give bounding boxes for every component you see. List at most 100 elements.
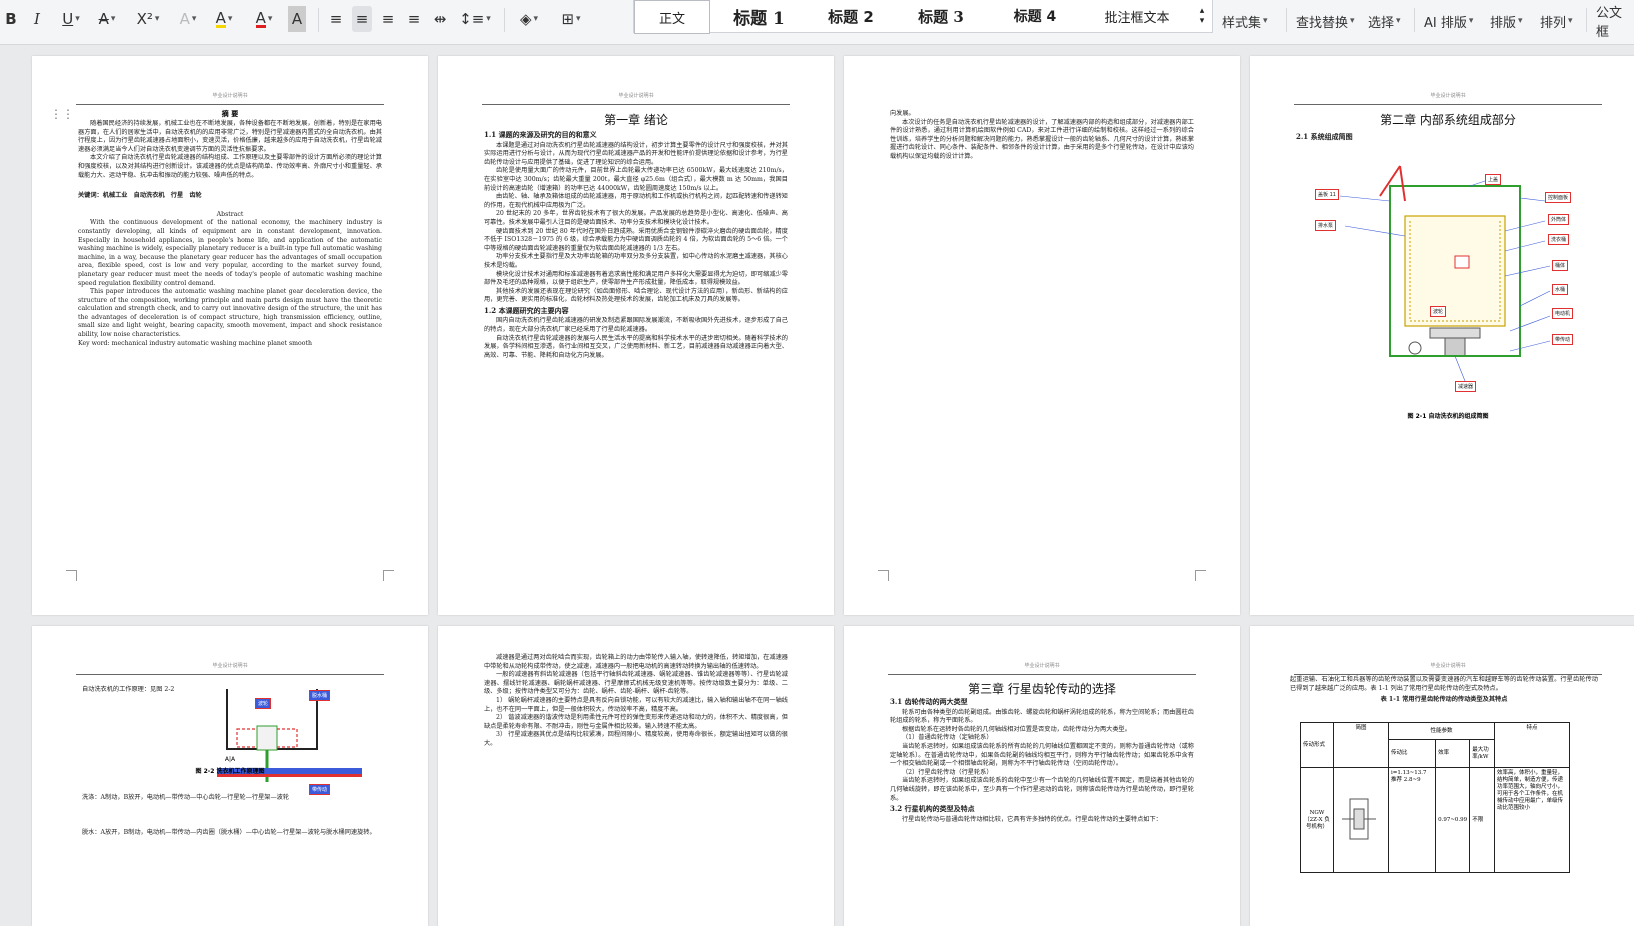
document-page-4[interactable]: 毕业设计说明书 第二章 内部系统组成部分 2.1 系统组成简图 盖板 11 上盖… <box>1250 56 1634 615</box>
label-cover-plate: 盖板 11 <box>1315 189 1339 200</box>
principle-svg <box>217 689 362 782</box>
page-header: 毕业设计说明书 <box>76 663 384 675</box>
document-page-3[interactable]: 向发展。 本次设计的任务是自动洗衣机行星齿轮减速器的设计，了解减速器内部的构造和… <box>844 56 1240 615</box>
page-header: 毕业设计说明书 <box>76 93 384 105</box>
section-heading: 1.1 课题的来源及研究的目的和意义 <box>484 130 597 139</box>
page-body: 起重运输、石油化工和兵器等的齿轮传动装置以及需要变速器的汽车和越野车等的齿轮传动… <box>1290 676 1598 705</box>
header-cell: 简图 <box>1333 722 1389 768</box>
page-header: 毕业设计说明书 <box>1294 663 1602 675</box>
select-label: 选择 <box>1368 15 1395 31</box>
layout-label: 排版 <box>1490 15 1517 31</box>
chapter-title: 第一章 绪论 <box>604 113 668 127</box>
style-heading-3[interactable]: 标题 3 <box>896 0 986 32</box>
highlight-label: A <box>215 8 226 28</box>
paragraph: 其他技术的发展还表现在理论研究（如齿面修形、啮合理论、现代设计方法的应用），新齿… <box>484 287 788 304</box>
chevron-down-icon: ▾ <box>576 14 581 24</box>
italic-button[interactable]: I <box>28 6 46 32</box>
label-pulsator: 波轮 <box>1430 306 1447 317</box>
style-heading-1[interactable]: 标题 1 <box>714 0 804 32</box>
header-text: 毕业设计说明书 <box>1430 93 1466 99</box>
table-header-row: 传动形式 简图 性能参数 特点 <box>1300 721 1570 768</box>
paragraph: 本次设计的任务是自动洗衣机行星齿轮减速器的设计，了解减速器内部的构造和组成部分，… <box>890 118 1194 160</box>
strikethrough-button[interactable]: A ▾ <box>92 6 122 32</box>
borders-button[interactable]: ⊞ ▾ <box>554 6 588 32</box>
paragraph: 硬齿面技术到 20 世纪 80 年代时在国外日趋成熟。采用优质合金钢锻件渗碳淬火… <box>484 227 788 252</box>
document-page-8[interactable]: 毕业设计说明书 起重运输、石油化工和兵器等的齿轮传动装置以及需要变速器的汽车和越… <box>1250 626 1634 926</box>
align-left-icon[interactable]: ≡ <box>326 6 346 32</box>
section-mark: A|A <box>224 756 236 763</box>
drag-handle-icon[interactable]: ⋮⋮ <box>50 107 74 121</box>
divider <box>1286 8 1287 32</box>
text-effect-label: A <box>179 10 190 28</box>
table-cell: i=1.13~13.7 推荐 2.8~9 <box>1387 767 1437 873</box>
chevron-down-icon: ▾ <box>110 14 116 24</box>
label-motor: 电动机 <box>1552 308 1574 319</box>
document-page-2[interactable]: 毕业设计说明书 第一章 绪论 1.1 课题的来源及研究的目的和意义 本课题是通过… <box>438 56 834 615</box>
header-cell: 特点 <box>1494 722 1570 768</box>
highlight-button[interactable]: A ▾ <box>208 6 240 32</box>
style-comment-text[interactable]: 批注框文本 <box>1082 0 1192 32</box>
superscript-button[interactable]: X² ▾ <box>130 6 166 32</box>
border-icon: ⊞ <box>561 10 575 28</box>
page-body: 2.1 系统组成简图 <box>1296 131 1600 144</box>
page-header: 毕业设计说明书 <box>482 93 790 105</box>
ai-layout-button[interactable]: AI 排版 ▾ <box>1424 10 1473 32</box>
text-effect-button[interactable]: A ▾ <box>172 6 204 32</box>
official-doc-button[interactable]: 公文框 <box>1596 6 1634 40</box>
underline-button[interactable]: U ▾ <box>56 6 86 32</box>
style-set-button[interactable]: 样式集 ▾ <box>1222 10 1268 32</box>
layout-button[interactable]: 排版 ▾ <box>1490 10 1523 32</box>
paragraph: 由齿轮、轴、轴承及箱体组成的齿轮减速器，用于原动机和工作机或执行机构之间，起匹配… <box>484 193 788 209</box>
paragraph: 当齿轮系运转时，如果组成该齿轮系的齿轮中至少有一个齿轮的几何轴线位置不固定，而是… <box>890 777 1194 802</box>
find-replace-label: 查找替换 <box>1296 15 1349 31</box>
header-text: 毕业设计说明书 <box>1024 663 1060 669</box>
align-center-icon[interactable]: ≡ <box>352 6 372 32</box>
chevron-down-icon: ▾ <box>1350 16 1355 26</box>
justify-icon[interactable]: ≡ <box>404 6 424 32</box>
section-heading: 3.1 齿轮传动的两大类型 <box>890 697 968 706</box>
find-replace-button[interactable]: 查找替换 ▾ <box>1296 10 1355 32</box>
style-heading-4[interactable]: 标题 4 <box>990 0 1080 32</box>
style-heading-2[interactable]: 标题 2 <box>806 0 896 32</box>
page-header: 毕业设计说明书 <box>888 663 1196 675</box>
chevron-down-icon: ▾ <box>486 14 491 24</box>
paragraph: 随着国民经济的持续发展，机械工业也在不断地发展，各种设备都在不断地发展，创新着，… <box>78 120 382 153</box>
align-right-icon[interactable]: ≡ <box>378 6 398 32</box>
document-page-7[interactable]: 毕业设计说明书 第三章 行星齿轮传动的选择 3.1 齿轮传动的两大类型 轮系可由… <box>844 626 1240 926</box>
shading-button[interactable]: ◈ ▾ <box>512 6 546 32</box>
divider <box>1414 8 1415 32</box>
label-belt-drive: 带传动 <box>1552 334 1574 345</box>
abstract-en-title: Abstract <box>216 210 244 218</box>
style-normal[interactable]: 正文 <box>634 0 710 34</box>
label-top-cover: 上盖 <box>1485 174 1502 185</box>
spin-description: 脱水：A放开，B制动，电动机—带传动—内齿圈（脱水桶）—中心齿轮—行星架—波轮与… <box>82 828 376 836</box>
style-gallery-scroll[interactable]: ▴ ▾ <box>1194 0 1210 32</box>
figure-caption: 图 2-1 自动洗衣机的组成简图 <box>1407 413 1489 420</box>
underline-label: U <box>62 10 74 28</box>
chevron-down-icon: ▾ <box>154 14 160 24</box>
arrange-button[interactable]: 排列 ▾ <box>1540 10 1573 32</box>
page-body: 向发展。 本次设计的任务是自动洗衣机行星齿轮减速器的设计，了解减速器内部的构造和… <box>890 110 1194 162</box>
ngw-sketch-icon <box>1342 798 1376 839</box>
chapter-title: 第三章 行星齿轮传动的选择 <box>968 682 1116 696</box>
paragraph: 本课题是通过对自动洗衣机行星齿轮减速器的结构设计，初步计算主要零件的设计尺寸和强… <box>484 141 788 166</box>
document-page-5[interactable]: 毕业设计说明书 自动洗衣机的工作原理：见图 2-2 波轮 脱水桶 带传动 A|A… <box>32 626 428 926</box>
keywords-cn: 关键词：机械工业 自动洗衣机 行星 齿轮 <box>78 192 202 200</box>
distribute-icon[interactable]: ⇹ <box>430 6 450 32</box>
label-tub-body: 桶体 <box>1552 260 1569 271</box>
document-page-6[interactable]: 减速器是通过两对齿轮啮合而实现，齿轮箱上的动力由带轮传入输入轴，使转速降低，转矩… <box>438 626 834 926</box>
wash-description: 洗涤：A制动，B放开，电动机—带传动—中心齿轮—行星轮—行星架—波轮 <box>82 794 290 801</box>
paragraph: 齿轮是使用量大面广的传动元件，目前世界上齿轮最大传递功率已达 6500kW，最大… <box>484 167 788 192</box>
chevron-down-icon: ▾ <box>227 14 233 24</box>
select-button[interactable]: 选择 ▾ <box>1368 10 1401 32</box>
font-color-button[interactable]: A ▾ <box>248 6 280 32</box>
paragraph: 2） 谐波减速器的谐波传动是利用柔性元件可控的弹性变形来传递运动和动力的，体积不… <box>484 714 788 730</box>
document-page-1[interactable]: 毕业设计说明书 摘 要 随着国民经济的持续发展，机械工业也在不断地发展，各种设备… <box>32 56 428 615</box>
style-set-label: 样式集 <box>1222 15 1262 31</box>
bold-button[interactable]: B <box>2 6 20 32</box>
header-cell: 最大功率/kW <box>1469 739 1495 768</box>
line-spacing-button[interactable]: ↕≡ ▾ <box>458 6 492 32</box>
char-shading-button[interactable]: A <box>288 6 306 32</box>
label-spin-tub: 脱水桶 <box>309 690 331 701</box>
label-reducer: 减速器 <box>1455 381 1477 392</box>
